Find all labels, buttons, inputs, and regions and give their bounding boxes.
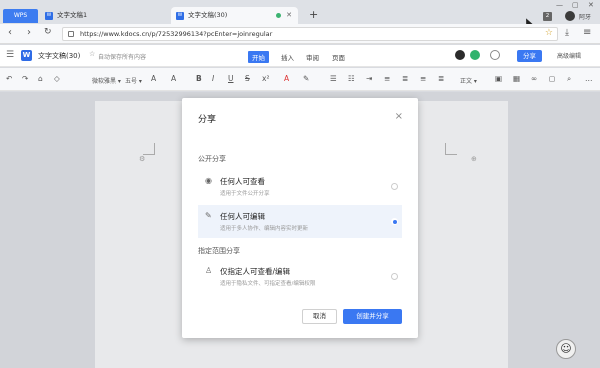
more-icon[interactable]: … [585, 74, 593, 83]
format-toolbar: ↶ ↷ ⌂ ◇ 微软雅黑 ▾ 五号 ▾ A A B I U S x² A ✎ ☰… [0, 68, 600, 91]
font-size-select[interactable]: 五号 ▾ [125, 76, 142, 85]
page-settings-icon[interactable]: ⚙ [139, 155, 145, 163]
indent-icon[interactable]: ⇥ [366, 74, 372, 83]
url-input[interactable]: https://www.kdocs.cn/p/72532996134?pcEnt… [62, 27, 558, 41]
download-icon[interactable]: ⤓ [565, 28, 569, 38]
option-anyone-edit[interactable]: ✎ 任何人可编辑 适用于多人协作、编辑内容实时更新 [198, 205, 402, 238]
radio-button-selected[interactable] [391, 218, 398, 225]
comment-add-icon[interactable]: ◻ [549, 74, 555, 83]
option-desc: 适用于隐私文件、可指定查看/编辑权限 [220, 281, 316, 287]
browser-tab-bar: WPS W 文字文稿1 W 文字文稿(30) ✕ + 2 阿牙 — ▢ ✕ [0, 0, 600, 29]
dialog-title: 分享 [198, 115, 217, 125]
avatar[interactable] [565, 11, 575, 21]
insert-image-icon[interactable]: ▣ [495, 74, 502, 83]
justify-icon[interactable]: ≣ [438, 74, 444, 83]
user-name[interactable]: 阿牙 [579, 12, 591, 21]
option-anyone-view[interactable]: ◉ 任何人可查看 适用于文件公开分享 [198, 170, 402, 203]
align-right-icon[interactable]: ≡ [420, 74, 426, 83]
save-status-text: 自动保存所有内容 [98, 54, 147, 61]
italic-button[interactable]: I [212, 74, 214, 83]
eye-icon: ◉ [205, 176, 212, 185]
window-close-button[interactable]: ✕ [588, 1, 594, 9]
browser-tab-doc1[interactable]: W 文字文稿1 [40, 7, 171, 24]
page-margin-mark [143, 143, 155, 155]
hamburger-menu-icon[interactable]: ☰ [6, 50, 14, 60]
maximize-button[interactable]: ▢ [572, 1, 579, 9]
page-add-icon[interactable]: ⊕ [471, 155, 477, 163]
collaborator-avatar[interactable] [455, 50, 465, 60]
lock-icon [68, 31, 74, 37]
wps-home-tab[interactable]: WPS [3, 9, 38, 23]
option-desc: 适用于多人协作、编辑内容实时更新 [220, 226, 309, 232]
share-button[interactable]: 分享 [517, 50, 542, 62]
menu-icon[interactable]: ≡ [583, 27, 591, 38]
tab-insert[interactable]: 插入 [277, 51, 298, 63]
tab-title: 文字文稿1 [57, 11, 88, 19]
radio-button[interactable] [391, 273, 398, 280]
highlight-icon[interactable]: ✎ [303, 74, 309, 83]
tab-start[interactable]: 开始 [248, 51, 269, 63]
public-share-label: 公开分享 [198, 155, 226, 163]
redo-icon[interactable]: ↷ [22, 74, 28, 83]
advanced-edit-button[interactable]: 高级编辑 [557, 51, 581, 60]
sync-status-icon [276, 13, 281, 18]
doc-favicon-icon: W [176, 12, 184, 20]
clear-format-icon[interactable]: ◇ [54, 74, 60, 83]
paragraph-style-select[interactable]: 正文 ▾ [460, 76, 477, 85]
strikethrough-button[interactable]: S [245, 74, 250, 83]
forward-button[interactable]: › [27, 27, 31, 38]
comment-icon[interactable] [470, 50, 480, 60]
new-tab-button[interactable]: + [309, 8, 318, 21]
browser-tab-doc30[interactable]: W 文字文稿(30) ✕ [171, 7, 298, 24]
underline-button[interactable]: U [228, 74, 234, 83]
person-icon: ♙ [205, 266, 213, 275]
table-icon[interactable]: ▦ [513, 74, 520, 83]
history-icon[interactable] [490, 50, 500, 60]
radio-button[interactable] [391, 183, 398, 190]
bullet-list-icon[interactable]: ☰ [330, 74, 337, 83]
font-shrink-icon[interactable]: A [171, 74, 176, 83]
doc-favicon-icon: W [45, 12, 53, 20]
bold-button[interactable]: B [196, 74, 202, 83]
address-bar: ‹ › ↻ https://www.kdocs.cn/p/72532996134… [0, 24, 600, 44]
share-dialog: 分享 × 公开分享 ◉ 任何人可查看 适用于文件公开分享 ✎ 任何人可编辑 适用… [182, 98, 418, 338]
save-status-icon: ☆ [89, 50, 96, 58]
minimize-button[interactable]: — [556, 1, 563, 9]
app-header: ☰ W 文字文稿(30) ☆ 自动保存所有内容 开始 插入 审阅 页面 分享 高… [0, 45, 600, 67]
url-text[interactable]: https://www.kdocs.cn/p/72532996134?pcEnt… [80, 30, 272, 38]
option-title: 任何人可编辑 [220, 212, 265, 221]
reload-button[interactable]: ↻ [44, 27, 52, 37]
option-desc: 适用于文件公开分享 [220, 191, 270, 197]
tab-review[interactable]: 审阅 [302, 51, 323, 63]
align-left-icon[interactable]: ≡ [384, 74, 390, 83]
doc-title[interactable]: 文字文稿(30) [38, 51, 80, 61]
tab-title: 文字文稿(30) [188, 11, 228, 19]
tab-page[interactable]: 页面 [328, 51, 349, 63]
pencil-icon: ✎ [205, 211, 212, 220]
option-title: 任何人可查看 [220, 177, 265, 186]
wps-writer-logo: W [21, 50, 32, 61]
back-button[interactable]: ‹ [8, 27, 12, 38]
tab-count-badge[interactable]: 2 [543, 12, 552, 21]
option-specific-people[interactable]: ♙ 仅指定人可查看/编辑 适用于隐私文件、可指定查看/编辑权限 [198, 260, 402, 293]
format-painter-icon[interactable]: ⌂ [38, 74, 43, 83]
assistant-robot-icon[interactable]: ☺ [556, 339, 576, 359]
superscript-icon[interactable]: x² [262, 74, 269, 83]
link-icon[interactable]: ∞ [531, 74, 537, 83]
undo-icon[interactable]: ↶ [6, 74, 12, 83]
option-title: 仅指定人可查看/编辑 [220, 267, 291, 276]
page-margin-mark [445, 143, 457, 155]
cancel-button[interactable]: 取消 [302, 309, 337, 324]
align-center-icon[interactable]: ≣ [402, 74, 408, 83]
search-icon[interactable]: ⌕ [567, 74, 571, 84]
numbered-list-icon[interactable]: ☷ [348, 74, 355, 83]
font-name-select[interactable]: 微软雅黑 ▾ [92, 76, 121, 85]
bookmark-star-icon[interactable]: ☆ [545, 28, 553, 38]
scoped-share-label: 指定范围分享 [198, 247, 240, 255]
create-and-share-button[interactable]: 创建并分享 [343, 309, 402, 324]
close-icon[interactable]: ✕ [286, 7, 292, 24]
font-grow-icon[interactable]: A [151, 74, 156, 83]
close-icon[interactable]: × [395, 111, 403, 122]
font-color-button[interactable]: A [284, 74, 289, 83]
